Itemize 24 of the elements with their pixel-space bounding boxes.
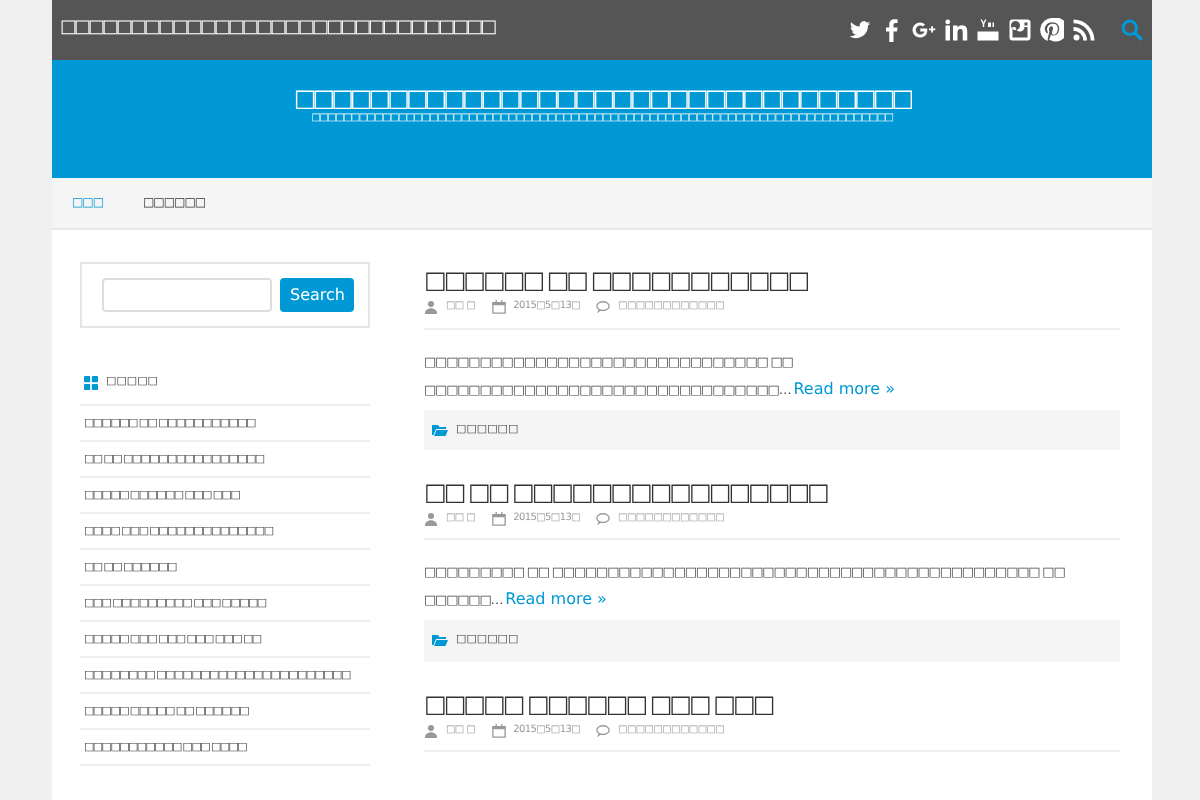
post-title[interactable]: □□□□□□ □□ □□□□□□□□□□□ [424, 262, 1120, 298]
f-logo-icon[interactable] [880, 18, 904, 42]
in-logo-icon[interactable] [944, 18, 968, 42]
folder-icon [432, 421, 448, 438]
site-title[interactable]: □□□□□□□□□□□□□□□□□□□□□□□□□□□□□□□ [60, 16, 495, 44]
camera-icon[interactable] [1008, 18, 1032, 42]
calendar-icon [491, 300, 506, 315]
folder-icon [432, 632, 448, 649]
author-icon [424, 300, 438, 315]
author-icon [424, 723, 438, 738]
tv-logo-icon[interactable] [976, 18, 1000, 42]
search-field[interactable] [102, 278, 272, 312]
post-title[interactable]: □□ □□ □□□□□□□□□□□□□□□□ [424, 473, 1120, 510]
calendar-icon [491, 512, 506, 526]
grid-icon [84, 375, 98, 390]
calendar-icon [491, 723, 506, 738]
post-title[interactable]: □□□□□ □□□□□□ □□□ □□□ [424, 685, 1120, 721]
bird-icon[interactable] [848, 18, 872, 42]
rss-icon[interactable] [1072, 18, 1096, 42]
comment-icon [596, 512, 611, 526]
author-icon [424, 512, 438, 526]
comment-icon [596, 723, 611, 738]
g-plus-icon[interactable] [912, 18, 936, 42]
comment-icon [596, 300, 611, 315]
